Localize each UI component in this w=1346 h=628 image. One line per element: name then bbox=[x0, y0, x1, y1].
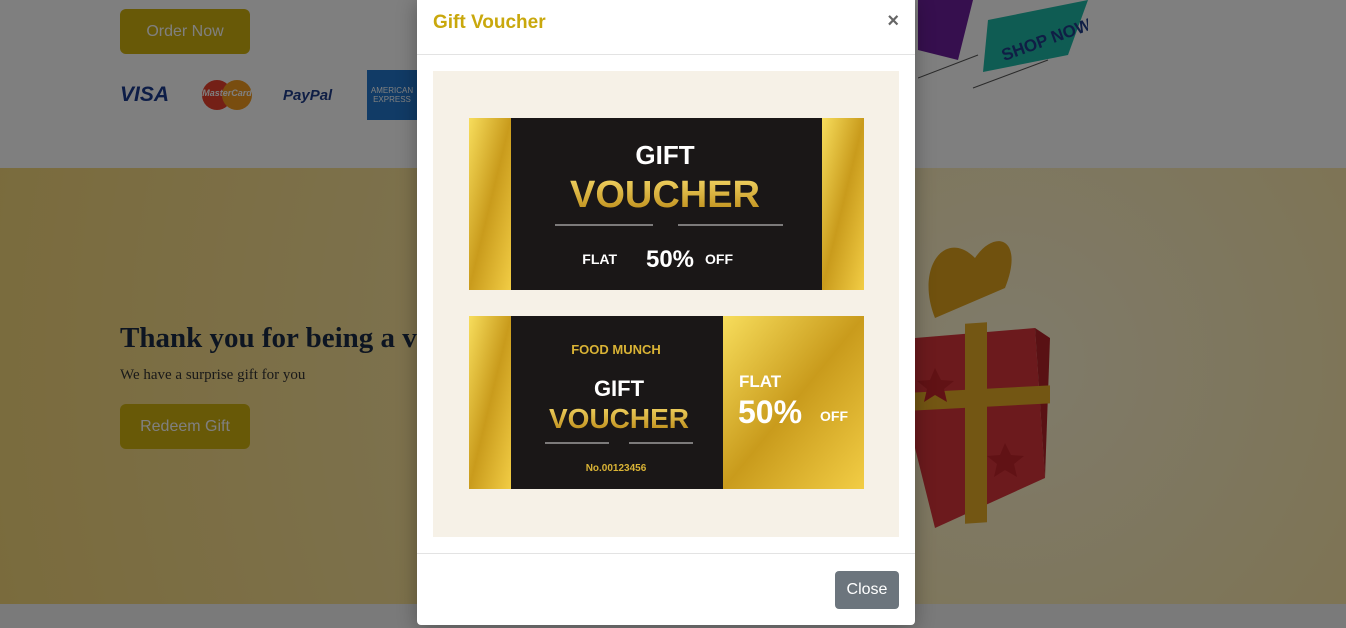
voucher2-percent-text: 50% bbox=[738, 394, 802, 430]
voucher2-gift-text: GIFT bbox=[594, 376, 645, 401]
modal-footer: Close bbox=[417, 553, 915, 626]
voucher2-number-text: No.00123456 bbox=[586, 463, 647, 474]
voucher2-off-text: OFF bbox=[820, 408, 848, 424]
modal-title: Gift Voucher bbox=[433, 12, 546, 33]
modal-header: Gift Voucher × bbox=[417, 0, 915, 55]
voucher1-gift-text: GIFT bbox=[635, 140, 694, 170]
voucher1-voucher-text: VOUCHER bbox=[570, 174, 760, 216]
voucher2-voucher-text: VOUCHER bbox=[549, 403, 689, 434]
voucher1-off-text: OFF bbox=[705, 251, 733, 267]
voucher-card-1: GIFT VOUCHER FLAT 50% OFF bbox=[469, 118, 864, 290]
voucher1-percent-text: 50% bbox=[646, 246, 694, 273]
modal-body: GIFT VOUCHER FLAT 50% OFF FOOD MUNCH GIF… bbox=[433, 71, 899, 537]
close-button[interactable]: Close bbox=[835, 571, 899, 609]
voucher-image: GIFT VOUCHER FLAT 50% OFF FOOD MUNCH GIF… bbox=[469, 118, 864, 489]
voucher2-flat-text: FLAT bbox=[739, 372, 782, 391]
voucher-card-2: FOOD MUNCH GIFT VOUCHER No.00123456 FLAT… bbox=[469, 316, 864, 489]
close-icon[interactable]: × bbox=[887, 10, 899, 33]
voucher2-brand-text: FOOD MUNCH bbox=[571, 342, 661, 357]
gift-voucher-modal: Gift Voucher × GIFT VOUCHER FLAT 50% OFF… bbox=[417, 0, 915, 625]
voucher1-flat-text: FLAT bbox=[582, 251, 617, 267]
